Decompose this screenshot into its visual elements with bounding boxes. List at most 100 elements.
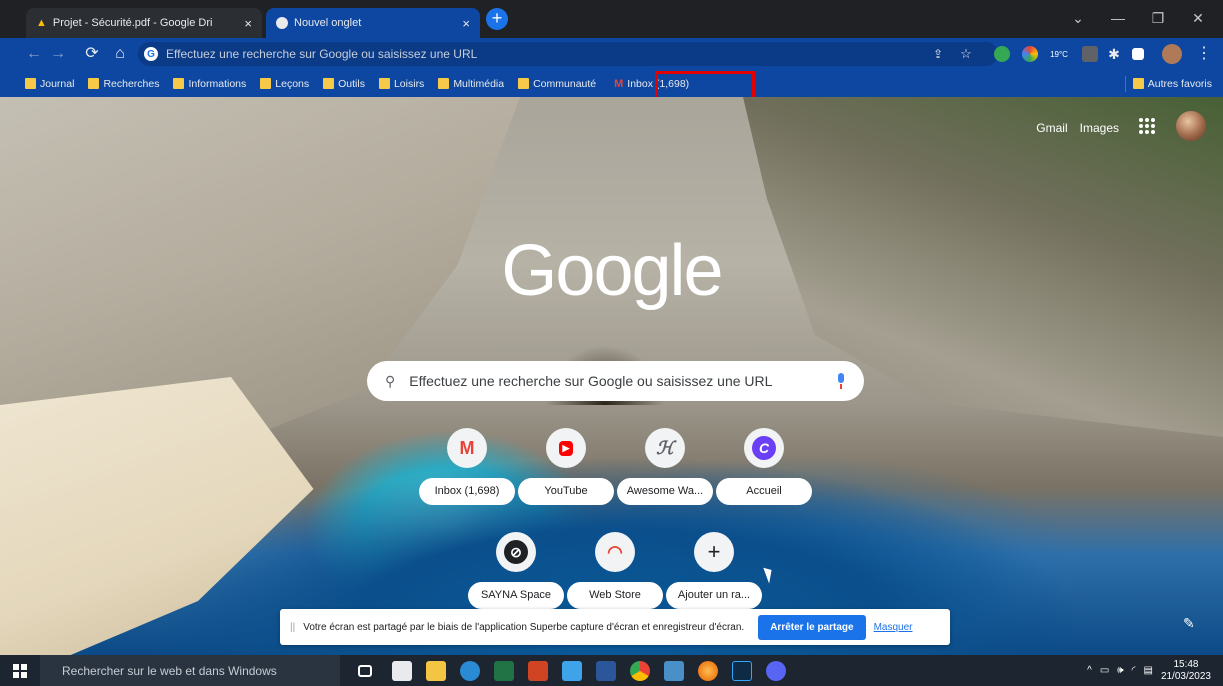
customize-pencil-icon[interactable]: ✎ xyxy=(1183,615,1201,633)
weather-icon[interactable]: 19°C xyxy=(1048,44,1070,64)
volume-icon[interactable]: 🕪 xyxy=(1117,665,1123,676)
shortcut-inbox[interactable]: M Inbox (1,698) xyxy=(419,428,515,505)
extension-menu-icon[interactable] xyxy=(1082,46,1098,62)
minimize-button[interactable]: — xyxy=(1100,6,1136,30)
bookmark-label: Informations xyxy=(188,77,247,90)
tab-search-button[interactable]: ⌄ xyxy=(1060,6,1096,30)
side-panel-icon[interactable] xyxy=(1132,48,1144,60)
system-tray: ^ ▭ 🕪 ◜ ▤ 15:48 21/03/2023 xyxy=(1087,655,1223,686)
start-button[interactable] xyxy=(0,655,40,686)
stop-sharing-button[interactable]: Arrêter le partage xyxy=(758,614,866,640)
photoshop-icon[interactable] xyxy=(732,661,752,681)
notes-app-icon[interactable] xyxy=(664,661,684,681)
shortcut-label: Web Store xyxy=(567,582,663,609)
folder-icon xyxy=(323,78,335,89)
tab-title: Projet - Sécurité.pdf - Google Dri xyxy=(52,17,213,29)
file-explorer-icon[interactable] xyxy=(426,661,446,681)
voice-search-icon[interactable] xyxy=(836,373,846,389)
folder-icon xyxy=(260,78,272,89)
share-icon[interactable]: ⇪ xyxy=(926,42,950,66)
screen-share-bar: || Votre écran est partagé par le biais … xyxy=(280,609,950,645)
bookmark-journal[interactable]: Journal xyxy=(18,73,81,95)
bookmark-label: Communauté xyxy=(533,77,597,90)
canva-icon: C xyxy=(744,428,784,468)
address-placeholder: Effectuez une recherche sur Google ou sa… xyxy=(166,47,478,61)
bookmark-informations[interactable]: Informations xyxy=(166,73,253,95)
shortcut-awesome[interactable]: ℋ Awesome Wa... xyxy=(617,428,713,505)
task-view-icon[interactable] xyxy=(358,665,372,677)
chevron-up-icon[interactable]: ^ xyxy=(1087,665,1092,676)
clock[interactable]: 15:48 21/03/2023 xyxy=(1161,659,1211,683)
excel-icon[interactable] xyxy=(494,661,514,681)
hide-link[interactable]: Masquer xyxy=(874,622,913,633)
bookmark-star-icon[interactable]: ☆ xyxy=(954,42,978,66)
close-tab-icon[interactable]: × xyxy=(244,16,252,31)
sayna-icon xyxy=(26,10,46,30)
menu-icon[interactable]: ⋮ xyxy=(1192,42,1216,66)
new-tab-button[interactable]: + xyxy=(486,8,508,30)
shortcut-add[interactable]: + Ajouter un ra... xyxy=(666,532,762,609)
shortcut-sayna[interactable]: ⊘ SAYNA Space xyxy=(468,532,564,609)
gmail-link[interactable]: Gmail xyxy=(1036,121,1067,135)
bookmark-label: Autres favoris xyxy=(1147,77,1212,90)
shortcut-youtube[interactable]: ▶ YouTube xyxy=(518,428,614,505)
bookmark-recherches[interactable]: Recherches xyxy=(81,73,166,95)
folder-icon xyxy=(173,78,185,89)
taskbar-search[interactable]: Rechercher sur le web et dans Windows xyxy=(40,655,340,686)
folder-icon xyxy=(518,78,530,89)
gmail-icon: M xyxy=(614,77,624,90)
search-input[interactable]: Effectuez une recherche sur Google ou sa… xyxy=(409,373,772,389)
bookmark-loisirs[interactable]: Loisirs xyxy=(372,73,431,95)
chrome-icon xyxy=(276,17,288,29)
magnifier-app-icon[interactable] xyxy=(460,661,480,681)
home-icon[interactable]: ⌂ xyxy=(108,42,132,66)
extension-icon[interactable] xyxy=(994,46,1010,62)
forward-icon[interactable]: → xyxy=(46,42,70,66)
firefox-icon[interactable] xyxy=(698,661,718,681)
bookmark-lecons[interactable]: Leçons xyxy=(253,73,316,95)
chrome-taskbar-icon[interactable] xyxy=(630,661,650,681)
windows-logo-icon xyxy=(13,663,27,678)
gmail-icon: M xyxy=(447,428,487,468)
close-window-button[interactable]: ✕ xyxy=(1180,6,1216,30)
address-bar[interactable]: G Effectuez une recherche sur Google ou … xyxy=(138,42,998,66)
app-icon[interactable] xyxy=(562,661,582,681)
powerpoint-icon[interactable] xyxy=(528,661,548,681)
inbox-highlight-box xyxy=(655,71,755,100)
images-link[interactable]: Images xyxy=(1080,121,1119,135)
bookmark-multimedia[interactable]: Multimédia xyxy=(431,73,511,95)
bookmark-other-favorites[interactable]: Autres favoris xyxy=(1126,73,1219,95)
top-links: Gmail Images xyxy=(1036,121,1119,135)
folder-icon xyxy=(438,78,450,89)
search-box[interactable]: ⚲ Effectuez une recherche sur Google ou … xyxy=(367,361,864,401)
profile-avatar[interactable] xyxy=(1162,44,1182,64)
bookmark-label: Multimédia xyxy=(453,77,505,90)
tab-google-drive[interactable]: ▲ Projet - Sécurité.pdf - Google Dri × xyxy=(26,8,262,38)
tab-new-tab[interactable]: Nouvel onglet × xyxy=(266,8,480,38)
color-picker-icon[interactable] xyxy=(1022,46,1038,62)
bookmark-communaute[interactable]: Communauté xyxy=(511,73,603,95)
bookmark-outils[interactable]: Outils xyxy=(316,73,372,95)
wifi-icon[interactable]: ◜ xyxy=(1132,665,1136,676)
time: 15:48 xyxy=(1173,658,1199,670)
apps-grid-icon[interactable] xyxy=(1139,118,1155,134)
restore-button[interactable]: ❐ xyxy=(1140,6,1176,30)
close-tab-icon[interactable]: × xyxy=(462,16,470,31)
word-icon[interactable] xyxy=(596,661,616,681)
game-app-icon[interactable] xyxy=(766,661,786,681)
account-avatar[interactable] xyxy=(1176,111,1206,141)
notification-icon[interactable]: ▤ xyxy=(1143,665,1152,676)
bookmark-label: Recherches xyxy=(103,77,160,90)
store-icon[interactable] xyxy=(392,661,412,681)
puzzle-icon[interactable]: ✱ xyxy=(1102,42,1126,66)
bookmark-label: Leçons xyxy=(275,77,310,90)
tab-title: Nouvel onglet xyxy=(294,17,362,29)
reload-icon[interactable]: ⟳ xyxy=(80,42,104,66)
taskbar-search-input[interactable]: Rechercher sur le web et dans Windows xyxy=(62,664,277,678)
battery-icon[interactable]: ▭ xyxy=(1100,665,1109,676)
back-icon[interactable]: ← xyxy=(22,42,46,66)
shortcut-label: SAYNA Space xyxy=(468,582,564,609)
shortcut-accueil[interactable]: C Accueil xyxy=(716,428,812,505)
shortcut-webstore[interactable]: ◠ Web Store xyxy=(567,532,663,609)
drag-handle[interactable]: || xyxy=(290,622,295,633)
